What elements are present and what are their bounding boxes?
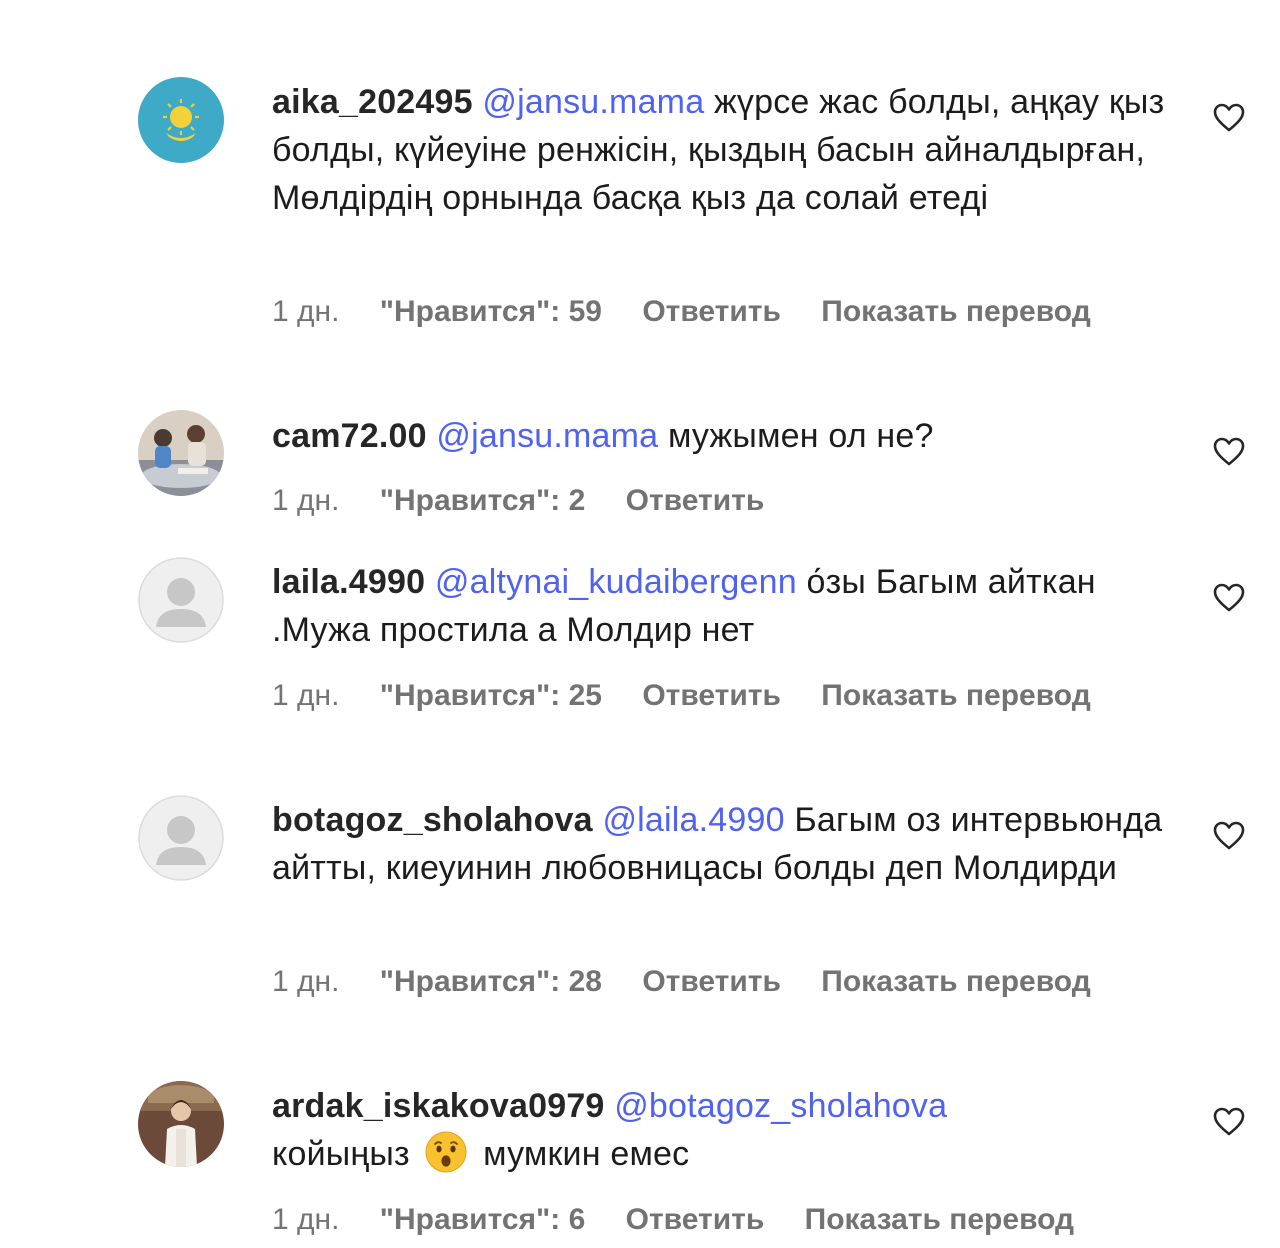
comment-meta: 1 дн. "Нравится": 25 Ответить Показать п… xyxy=(272,678,1091,714)
show-translation-button[interactable]: Показать перевод xyxy=(821,964,1090,1000)
like-heart-icon[interactable] xyxy=(1213,1107,1245,1137)
comment-meta: 1 дн. "Нравится": 6 Ответить Показать пе… xyxy=(272,1202,1074,1238)
reply-button[interactable]: Ответить xyxy=(642,678,781,714)
comment-body: мужымен ол не? xyxy=(667,417,934,455)
timestamp: 1 дн. xyxy=(272,295,340,328)
default-user-icon xyxy=(138,557,224,643)
user-photo-icon xyxy=(138,410,224,496)
comment-meta: 1 дн. "Нравится": 2 Ответить xyxy=(272,483,796,519)
mention-link[interactable]: @altynai_kudaibergenn xyxy=(435,563,797,601)
comment-text: aika_202495 @jansu.mama жүрсе жас болды,… xyxy=(272,78,1172,222)
reply-button[interactable]: Ответить xyxy=(626,483,765,519)
show-translation-button[interactable]: Показать перевод xyxy=(805,1202,1074,1238)
avatar[interactable] xyxy=(138,1081,224,1167)
mention-link[interactable]: @laila.4990 xyxy=(602,801,784,839)
reply-button[interactable]: Ответить xyxy=(642,294,781,330)
comment-body: мумкин емес xyxy=(483,1135,690,1173)
reply-button[interactable]: Ответить xyxy=(642,964,781,1000)
mention-link[interactable]: @botagoz_sholahova xyxy=(614,1087,947,1125)
timestamp: 1 дн. xyxy=(272,484,340,517)
username-link[interactable]: cam72.00 xyxy=(272,417,427,455)
comment-meta: 1 дн. "Нравится": 59 Ответить Показать п… xyxy=(272,294,1091,330)
surprised-face-emoji-icon xyxy=(425,1131,467,1173)
username-link[interactable]: botagoz_sholahova xyxy=(272,801,593,839)
likes-count[interactable]: "Нравится": 28 xyxy=(380,964,602,1000)
username-link[interactable]: laila.4990 xyxy=(272,563,425,601)
like-heart-icon[interactable] xyxy=(1213,821,1245,851)
timestamp: 1 дн. xyxy=(272,965,340,998)
show-translation-button[interactable]: Показать перевод xyxy=(821,678,1090,714)
default-user-icon xyxy=(138,795,224,881)
comment-body: койыңыз xyxy=(272,1135,410,1173)
avatar[interactable] xyxy=(138,557,224,643)
avatar[interactable] xyxy=(138,795,224,881)
like-heart-icon[interactable] xyxy=(1213,437,1245,467)
username-link[interactable]: ardak_iskakova0979 xyxy=(272,1087,605,1125)
mention-link[interactable]: @jansu.mama xyxy=(436,417,658,455)
reply-button[interactable]: Ответить xyxy=(626,1202,765,1238)
likes-count[interactable]: "Нравится": 25 xyxy=(380,678,602,714)
comment-text: cam72.00 @jansu.mama мужымен ол не? xyxy=(272,412,1172,460)
avatar[interactable] xyxy=(138,410,224,496)
comment-text: ardak_iskakova0979 @botagoz_sholahova ко… xyxy=(272,1082,1172,1178)
show-translation-button[interactable]: Показать перевод xyxy=(821,294,1090,330)
comment-text: botagoz_sholahova @laila.4990 Багым оз и… xyxy=(272,796,1172,892)
comment-meta: 1 дн. "Нравится": 28 Ответить Показать п… xyxy=(272,964,1091,1000)
comment-text: laila.4990 @altynai_kudaibergenn о́зы Ба… xyxy=(272,558,1172,654)
like-heart-icon[interactable] xyxy=(1213,103,1245,133)
user-photo-icon xyxy=(138,1081,224,1167)
mention-link[interactable]: @jansu.mama xyxy=(482,83,704,121)
likes-count[interactable]: "Нравится": 2 xyxy=(380,483,586,519)
timestamp: 1 дн. xyxy=(272,679,340,712)
username-link[interactable]: aika_202495 xyxy=(272,83,473,121)
avatar[interactable] xyxy=(138,77,224,163)
likes-count[interactable]: "Нравится": 59 xyxy=(380,294,602,330)
likes-count[interactable]: "Нравится": 6 xyxy=(380,1202,586,1238)
like-heart-icon[interactable] xyxy=(1213,583,1245,613)
kazakhstan-flag-icon xyxy=(138,77,224,163)
timestamp: 1 дн. xyxy=(272,1203,340,1236)
